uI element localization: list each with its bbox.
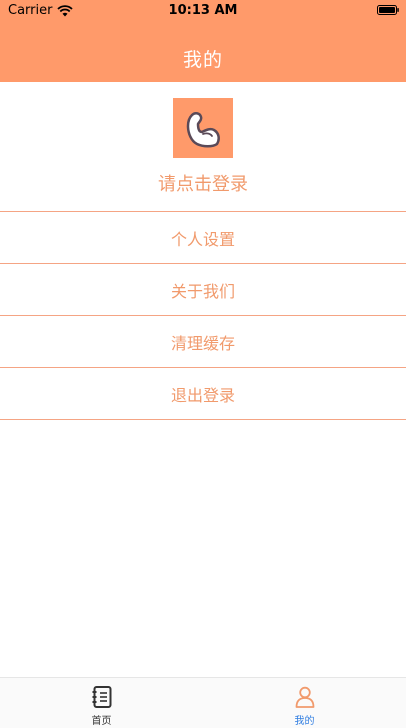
menu-item-logout[interactable]: 退出登录: [0, 367, 406, 420]
settings-menu: 个人设置 关于我们 清理缓存 退出登录: [0, 211, 406, 420]
battery-icon: [377, 5, 399, 15]
flexed-arm-icon: [186, 112, 220, 148]
tab-mine-label: 我的: [294, 716, 315, 727]
tab-home[interactable]: 首页: [0, 678, 203, 728]
avatar[interactable]: [173, 98, 233, 158]
person-icon: [295, 686, 315, 708]
page-title: 我的: [182, 49, 223, 71]
header: Carrier 10:13 AM 我的: [0, 0, 406, 82]
status-time: 10:13 AM: [168, 3, 238, 18]
status-bar: Carrier 10:13 AM: [0, 0, 406, 22]
notebook-icon: [92, 686, 112, 708]
login-prompt[interactable]: 请点击登录: [0, 170, 406, 196]
menu-item-about-us[interactable]: 关于我们: [0, 263, 406, 315]
menu-item-clear-cache[interactable]: 清理缓存: [0, 315, 406, 367]
tab-home-label: 首页: [91, 716, 112, 727]
menu-item-personal-settings[interactable]: 个人设置: [0, 211, 406, 263]
tab-bar: 首页 我的: [0, 677, 406, 728]
tab-mine[interactable]: 我的: [203, 678, 406, 728]
